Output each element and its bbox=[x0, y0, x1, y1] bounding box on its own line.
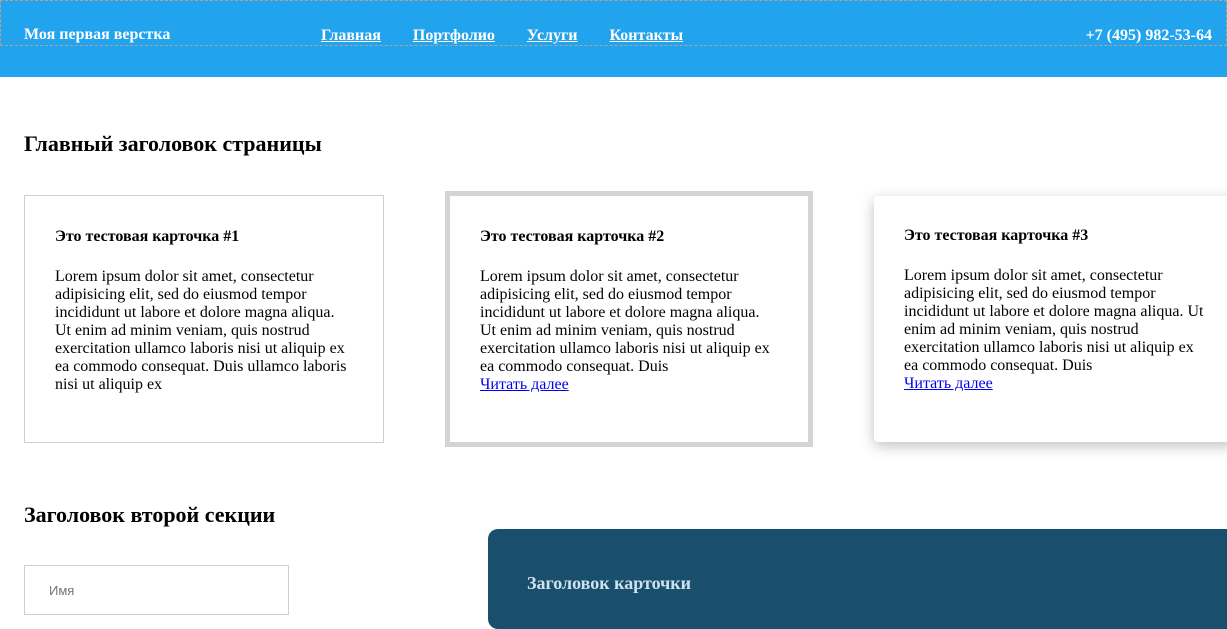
card-title: Это тестовая карточка #3 bbox=[904, 227, 1089, 244]
dark-card-title: Заголовок карточки bbox=[527, 573, 692, 593]
card-title: Это тестовая карточка #2 bbox=[480, 228, 665, 245]
nav-link-home[interactable]: Главная bbox=[321, 27, 381, 45]
test-card-2: Это тестовая карточка #2 Lorem ipsum dol… bbox=[445, 191, 813, 447]
site-logo[interactable]: Моя первая верстка bbox=[24, 26, 170, 44]
card-text: Lorem ipsum dolor sit amet, consectetur … bbox=[55, 268, 347, 393]
second-section-title: Заголовок второй секции bbox=[24, 502, 276, 527]
phone-number[interactable]: +7 (495) 982-53-64 bbox=[1086, 27, 1212, 45]
card-title: Это тестовая карточка #1 bbox=[55, 228, 240, 245]
card-text: Lorem ipsum dolor sit amet, consectetur … bbox=[904, 267, 1204, 374]
main-nav: Главная Портфолио Услуги Контакты bbox=[321, 27, 683, 45]
test-card-1: Это тестовая карточка #1 Lorem ipsum dol… bbox=[24, 195, 384, 443]
dark-card: Заголовок карточки bbox=[488, 529, 1227, 629]
name-input[interactable] bbox=[24, 565, 289, 615]
site-header: Моя первая верстка Главная Портфолио Усл… bbox=[0, 0, 1227, 77]
nav-link-portfolio[interactable]: Портфолио bbox=[413, 27, 495, 45]
nav-link-services[interactable]: Услуги bbox=[527, 27, 578, 45]
test-card-3: Это тестовая карточка #3 Lorem ipsum dol… bbox=[874, 196, 1227, 442]
nav-link-contacts[interactable]: Контакты bbox=[610, 27, 684, 45]
read-more-link[interactable]: Читать далее bbox=[480, 376, 569, 393]
page-title: Главный заголовок страницы bbox=[24, 131, 322, 156]
card-text: Lorem ipsum dolor sit amet, consectetur … bbox=[480, 268, 770, 375]
read-more-link[interactable]: Читать далее bbox=[904, 375, 993, 392]
